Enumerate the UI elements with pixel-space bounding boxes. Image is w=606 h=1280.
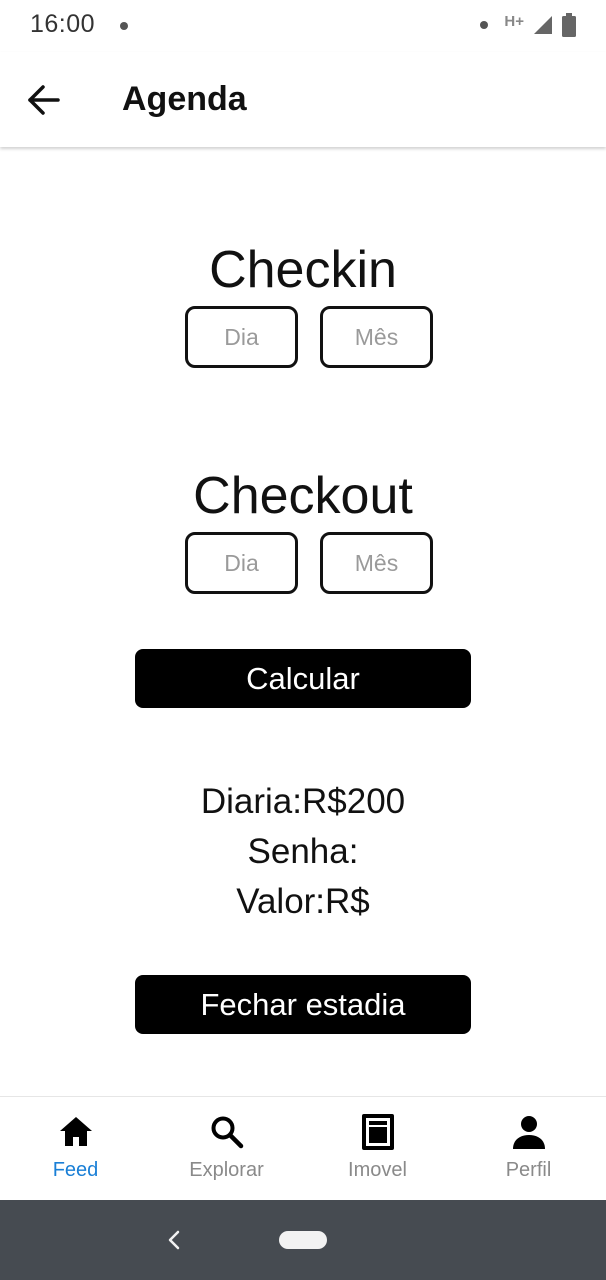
nav-item-feed[interactable]: Feed [0, 1097, 151, 1201]
checkin-month-input[interactable] [320, 306, 433, 368]
person-icon [513, 1116, 545, 1149]
app-bar: Agenda [0, 52, 606, 147]
status-time: 16:00 [30, 10, 96, 38]
calculate-button[interactable]: Calcular [135, 649, 471, 708]
building-icon [362, 1114, 394, 1150]
notification-dot-icon [120, 22, 128, 30]
notification-dot-icon [480, 21, 489, 29]
system-back-icon[interactable] [162, 1228, 186, 1252]
password-text: Senha: [247, 832, 359, 871]
nav-item-perfil[interactable]: Perfil [453, 1097, 604, 1201]
nav-label-feed: Feed [52, 1159, 99, 1181]
checkout-day-input[interactable] [185, 532, 298, 594]
checkin-title: Checkin [209, 241, 397, 299]
bottom-navigation: Feed Explorar Imovel Perfil [0, 1096, 606, 1201]
checkout-month-input[interactable] [320, 532, 433, 594]
nav-label-perfil: Perfil [505, 1159, 552, 1181]
daily-rate-text: Diaria:R$200 [200, 782, 406, 821]
signal-icon [534, 16, 552, 34]
network-type: H+ [504, 12, 524, 30]
system-navigation-bar [0, 1200, 606, 1280]
page-title: Agenda [122, 80, 247, 118]
close-stay-button[interactable]: Fechar estadia [135, 975, 471, 1034]
home-icon [60, 1117, 92, 1146]
nav-label-explorar: Explorar [189, 1159, 264, 1181]
checkin-day-input[interactable] [185, 306, 298, 368]
nav-item-imovel[interactable]: Imovel [302, 1097, 453, 1201]
system-home-button[interactable] [279, 1231, 327, 1249]
nav-item-explorar[interactable]: Explorar [151, 1097, 302, 1201]
status-icons: H+ [480, 12, 576, 38]
checkout-title: Checkout [193, 467, 413, 525]
nav-label-imovel: Imovel [348, 1159, 407, 1181]
battery-icon [562, 13, 576, 37]
status-bar: 16:00 H+ [0, 0, 606, 52]
value-text: Valor:R$ [236, 882, 370, 921]
search-icon [211, 1116, 244, 1149]
arrow-left-icon[interactable] [24, 82, 64, 118]
